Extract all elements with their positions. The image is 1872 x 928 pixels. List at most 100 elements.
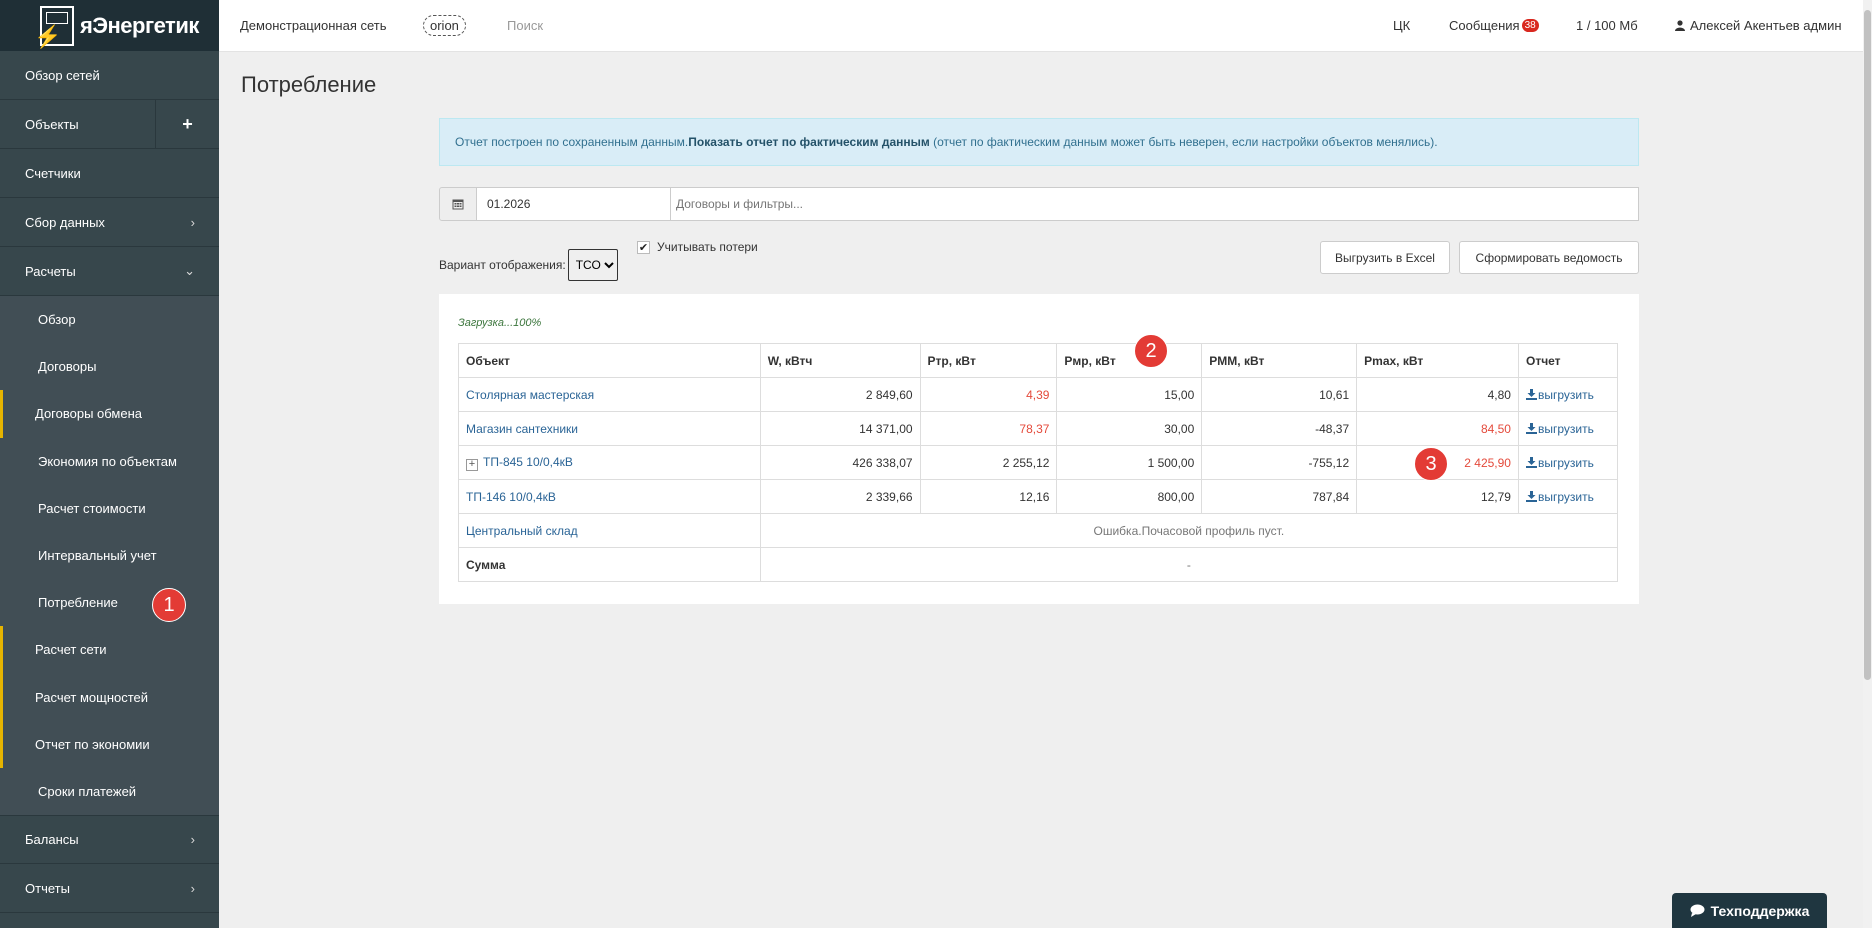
show-actual-data-link[interactable]: Показать отчет по фактическим данным <box>688 135 929 149</box>
sidebar-item-reports[interactable]: Отчеты › <box>0 864 219 914</box>
cell-pmr: 1 500,00 <box>1056 445 1203 480</box>
date-picker <box>439 187 693 221</box>
network-tag[interactable]: orion <box>423 15 466 36</box>
table-row-error: Центральный склад Ошибка.Почасовой профи… <box>458 513 1619 548</box>
cell-ptr: 12,16 <box>919 479 1058 514</box>
download-icon <box>1525 490 1537 502</box>
annotation-marker-3: 3 <box>1414 447 1448 481</box>
submenu-label: Договоры обмена <box>35 406 143 422</box>
submenu-item-overview[interactable]: Обзор <box>0 296 219 343</box>
display-variant-select[interactable]: ТСО <box>567 249 618 281</box>
user-name: Алексей Акентьев админ <box>1690 18 1842 33</box>
messages-link[interactable]: Сообщения 38 <box>1449 18 1539 33</box>
add-object-button[interactable]: + <box>155 100 219 148</box>
submenu-item-savings-report[interactable]: Отчет по экономии <box>0 720 219 768</box>
submenu-item-exchange-contracts[interactable]: Договоры обмена <box>0 390 219 438</box>
cell-w: 2 849,60 <box>759 377 921 412</box>
download-label: выгрузить <box>1537 489 1594 504</box>
app-logo[interactable]: ⚡ яЭнергетик <box>0 0 219 51</box>
object-link[interactable]: ТП-146 10/0,4кВ <box>466 490 556 504</box>
search-link[interactable]: Поиск <box>507 18 543 33</box>
cell-w: 426 338,07 <box>759 445 921 480</box>
annotation-marker-1: 1 <box>152 588 186 622</box>
submenu-label: Сроки платежей <box>38 783 137 799</box>
submenu-item-network-calculation[interactable]: Расчет сети <box>0 626 219 674</box>
losses-checkbox-group[interactable]: ✔ Учитывать потери <box>637 240 758 254</box>
submenu-item-interval-metering[interactable]: Интервальный учет <box>0 532 219 579</box>
info-alert: Отчет построен по сохраненным данным. По… <box>439 118 1639 166</box>
download-label: выгрузить <box>1537 387 1594 402</box>
losses-checkbox[interactable]: ✔ <box>637 240 650 254</box>
sidebar-item-data-collection[interactable]: Сбор данных › <box>0 198 219 247</box>
table-row: Столярная мастерская 2 849,60 4,39 15,00… <box>458 377 1619 412</box>
alert-text: Отчет построен по сохраненным данным. <box>455 135 689 149</box>
export-excel-button[interactable]: Выгрузить в Excel <box>1320 241 1450 274</box>
submenu-item-contracts[interactable]: Договоры <box>0 343 219 390</box>
cell-pmax: 4,80 <box>1356 377 1519 412</box>
sidebar-item-networks-overview[interactable]: Обзор сетей <box>0 51 219 100</box>
calendar-icon[interactable] <box>439 187 477 221</box>
losses-label: Учитывать потери <box>657 240 758 254</box>
user-menu[interactable]: Алексей Акентьев админ <box>1675 18 1842 33</box>
submenu-label: Интервальный учет <box>38 548 157 564</box>
network-selector[interactable]: Демонстрационная сеть <box>240 18 387 33</box>
sidebar-item-label: Отчеты <box>25 880 70 896</box>
date-input[interactable] <box>477 187 693 221</box>
alert-note: (отчет по фактическим данным может быть … <box>929 135 1438 149</box>
table-row: ТП-146 10/0,4кВ 2 339,66 12,16 800,00 78… <box>458 479 1619 514</box>
submenu-label: Расчет мощностей <box>35 689 149 705</box>
column-header: Pмр, кВт <box>1056 343 1203 378</box>
submenu-item-consumption[interactable]: Потребление <box>0 579 219 626</box>
sidebar-item-objects[interactable]: Объекты + <box>0 100 219 149</box>
download-report-link[interactable]: выгрузить <box>1525 387 1594 402</box>
download-report-link[interactable]: выгрузить <box>1525 456 1594 470</box>
cell-pmax: 12,79 <box>1356 479 1519 514</box>
scrollbar-thumb[interactable] <box>1864 10 1871 680</box>
messages-badge: 38 <box>1521 19 1539 32</box>
contracts-filter-input[interactable] <box>670 187 1639 221</box>
object-link[interactable]: Столярная мастерская <box>466 388 594 402</box>
object-link[interactable]: Центральный склад <box>466 524 578 538</box>
chevron-down-icon: ⌄ <box>184 263 195 278</box>
submenu-item-power-calculation[interactable]: Расчет мощностей <box>0 673 219 721</box>
sidebar-item-meters[interactable]: Счетчики <box>0 149 219 198</box>
cell-w: 2 339,66 <box>759 479 921 514</box>
submenu-label: Договоры <box>38 359 97 375</box>
submenu-item-payment-terms[interactable]: Сроки платежей <box>0 768 219 815</box>
error-message: Ошибка.Почасовой профиль пуст. <box>759 513 1619 548</box>
make-sheet-button[interactable]: Сформировать ведомость <box>1459 241 1639 274</box>
cell-pmm: -48,37 <box>1201 411 1358 446</box>
sidebar-item-label: Обзор сетей <box>25 67 100 83</box>
cell-w: 14 371,00 <box>759 411 921 446</box>
annotation-marker-2: 2 <box>1134 334 1168 368</box>
chevron-right-icon: › <box>190 832 195 848</box>
download-report-link[interactable]: выгрузить <box>1525 489 1594 504</box>
sidebar-item-label: Расчеты <box>25 263 76 279</box>
download-report-link[interactable]: выгрузить <box>1525 422 1594 436</box>
page-scrollbar[interactable] <box>1863 0 1872 928</box>
cell-pmm: 787,84 <box>1201 479 1358 514</box>
object-link[interactable]: ТП-845 10/0,4кВ <box>483 455 573 469</box>
cell-pmm: 10,61 <box>1201 377 1358 412</box>
column-header: W, кВтч <box>759 343 921 378</box>
submenu-label: Расчет стоимости <box>38 500 146 516</box>
display-variant-label: Вариант отображения: <box>439 258 566 272</box>
download-icon <box>1525 456 1537 468</box>
expand-row-icon[interactable]: + <box>466 458 478 471</box>
submenu-item-savings-by-object[interactable]: Экономия по объектам <box>0 438 219 485</box>
sidebar-item-calculations[interactable]: Расчеты ⌄ <box>0 247 219 296</box>
ck-link[interactable]: ЦК <box>1393 18 1410 33</box>
support-button[interactable]: Техподдержка <box>1672 893 1827 928</box>
cell-pmax: 84,50 <box>1356 411 1519 446</box>
sidebar-item-label: Счетчики <box>25 165 81 181</box>
object-link[interactable]: Магазин сантехники <box>466 422 578 436</box>
submenu-item-cost-calculation[interactable]: Расчет стоимости <box>0 485 219 532</box>
cell-pmr: 800,00 <box>1056 479 1203 514</box>
sidebar-item-balances[interactable]: Балансы › <box>0 815 219 865</box>
storage-quota: 1 / 100 Мб <box>1576 18 1638 33</box>
column-header: Pтр, кВт <box>919 343 1058 378</box>
sidebar-item-label: Сбор данных <box>25 214 105 230</box>
download-icon <box>1525 388 1537 400</box>
sidebar-item-label: Балансы <box>25 832 79 848</box>
page-title: Потребление <box>241 72 377 97</box>
